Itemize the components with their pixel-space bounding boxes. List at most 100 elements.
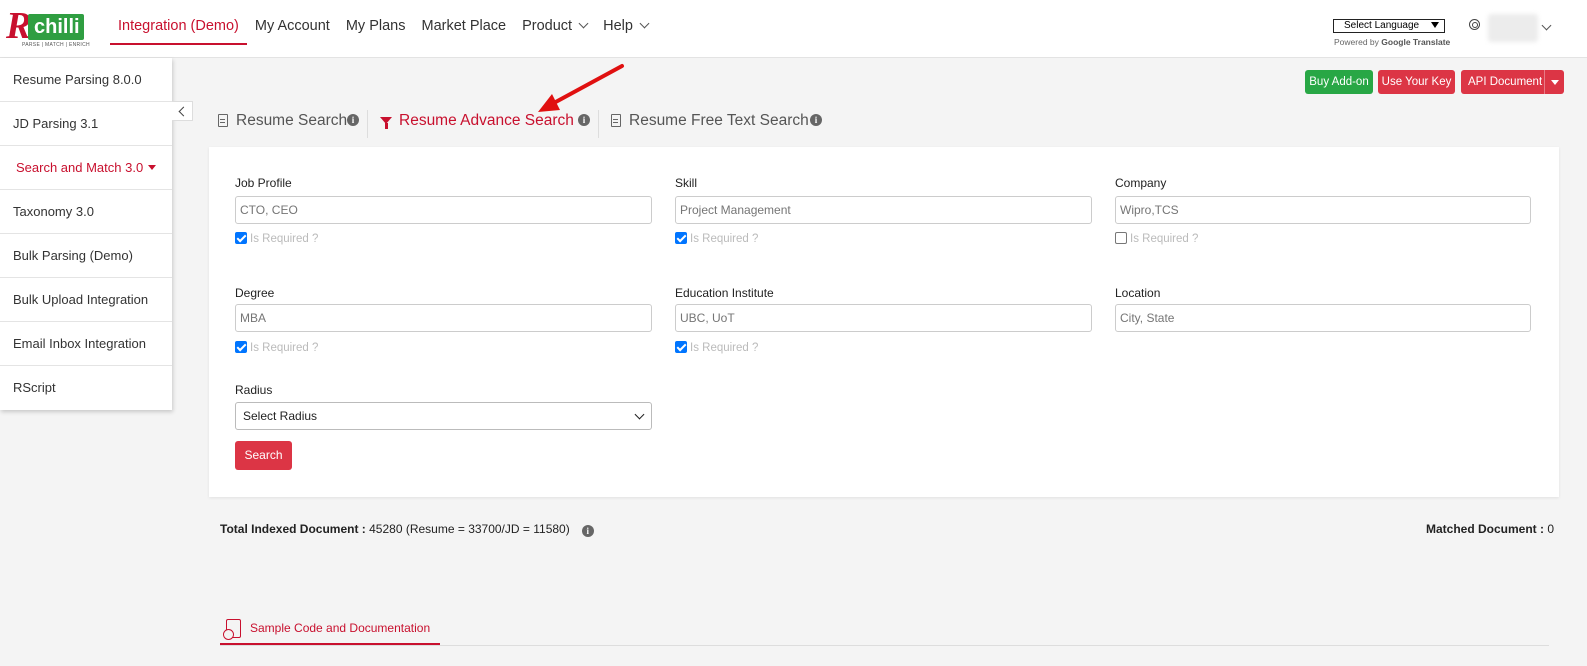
education-institute-required[interactable]: Is Required ? <box>675 341 758 355</box>
tab-resume-free-text-search[interactable]: Resume Free Text Search <box>611 106 809 138</box>
tab-divider <box>367 110 368 138</box>
matched-document: Matched Document : 0 <box>1426 522 1554 536</box>
job-profile-input[interactable] <box>235 196 652 224</box>
chevron-down-icon <box>578 18 589 29</box>
sidebar-item-taxonomy[interactable]: Taxonomy 3.0 <box>0 190 172 234</box>
tab-label: Resume Search <box>236 112 348 129</box>
radius-select[interactable]: Select Radius <box>235 402 652 430</box>
user-icon[interactable] <box>1469 19 1480 30</box>
nav-label: Integration (Demo) <box>118 18 239 34</box>
location-input[interactable] <box>1115 304 1531 332</box>
info-icon[interactable]: i <box>347 114 359 126</box>
sidebar-item-label: Bulk Upload Integration <box>13 292 149 307</box>
sidebar-item-label: Resume Parsing 8.0.0 <box>13 72 142 87</box>
info-icon[interactable]: i <box>581 525 594 537</box>
filter-icon <box>380 117 392 129</box>
advance-search-form: Job Profile Is Required ? Skill Is Requi… <box>209 147 1559 497</box>
degree-label: Degree <box>235 286 275 300</box>
caret-down-icon[interactable] <box>1544 70 1564 94</box>
sidebar-item-label: Bulk Parsing (Demo) <box>13 248 133 263</box>
search-button[interactable]: Search <box>235 441 292 470</box>
use-your-key-button[interactable]: Use Your Key <box>1378 70 1455 94</box>
sidebar-collapse-button[interactable] <box>172 101 193 121</box>
total-indexed-document: Total Indexed Document : 45280 (Resume =… <box>220 522 594 537</box>
tab-resume-search[interactable]: Resume Search <box>218 106 347 138</box>
company-label: Company <box>1115 176 1167 190</box>
education-institute-input[interactable] <box>675 304 1092 332</box>
divider <box>220 645 1549 646</box>
nav-label: My Plans <box>345 18 406 34</box>
job-profile-required[interactable]: Is Required ? <box>235 232 319 246</box>
checkbox-checked[interactable] <box>675 232 687 244</box>
sidebar-item-bulk-parsing[interactable]: Bulk Parsing (Demo) <box>0 234 172 278</box>
checkbox-checked[interactable] <box>675 341 687 353</box>
required-label: Is Required ? <box>250 342 319 355</box>
sidebar-item-rscript[interactable]: RScript <box>0 366 172 410</box>
api-document-label: API Document <box>1468 76 1543 88</box>
chevron-down-icon <box>639 18 650 29</box>
required-label: Is Required ? <box>1130 233 1199 246</box>
tab-label: Resume Free Text Search <box>629 112 809 129</box>
code-document-icon <box>223 619 241 640</box>
chevron-down-icon[interactable] <box>1541 20 1552 31</box>
sidebar-item-jd-parsing[interactable]: JD Parsing 3.1 <box>0 102 172 146</box>
info-icon[interactable]: i <box>810 114 822 126</box>
buy-addon-button[interactable]: Buy Add-on <box>1305 70 1373 94</box>
checkbox-checked[interactable] <box>235 232 247 244</box>
matched-label: Matched Document : <box>1426 522 1545 536</box>
main-nav: Integration (Demo) My Account My Plans M… <box>110 0 656 45</box>
logo-word: chilli <box>28 14 84 40</box>
degree-input[interactable] <box>235 304 652 332</box>
job-profile-label: Job Profile <box>235 176 292 190</box>
nav-label: Product <box>522 18 573 34</box>
nav-label: Help <box>603 18 633 34</box>
powered-prefix: Powered by <box>1334 37 1379 47</box>
api-document-button[interactable]: API Document <box>1461 70 1564 94</box>
annotation-arrow <box>538 64 624 112</box>
sidebar-item-bulk-upload[interactable]: Bulk Upload Integration <box>0 278 172 322</box>
nav-label: Market Place <box>421 18 507 34</box>
nav-label: My Account <box>254 18 330 34</box>
required-label: Is Required ? <box>690 233 759 246</box>
sidebar-item-label: Email Inbox Integration <box>13 336 146 351</box>
sidebar-item-resume-parsing[interactable]: Resume Parsing 8.0.0 <box>0 58 172 102</box>
skill-input[interactable] <box>675 196 1092 224</box>
nav-my-plans[interactable]: My Plans <box>338 0 414 44</box>
powered-by-google-translate: Powered by Google Translate <box>1334 37 1450 47</box>
nav-integration-demo[interactable]: Integration (Demo) <box>110 0 247 45</box>
radius-label: Radius <box>235 383 273 397</box>
rchilli-logo[interactable]: R chilli PARSE | MATCH | ENRICH <box>6 6 90 50</box>
tab-sample-code-documentation[interactable]: Sample Code and Documentation <box>220 617 440 645</box>
nav-help[interactable]: Help <box>595 0 656 44</box>
location-label: Location <box>1115 286 1161 300</box>
skill-required[interactable]: Is Required ? <box>675 232 759 246</box>
nav-my-account[interactable]: My Account <box>247 0 338 44</box>
sample-code-label: Sample Code and Documentation <box>250 621 431 635</box>
nav-market-place[interactable]: Market Place <box>413 0 514 44</box>
checkbox-checked[interactable] <box>235 341 247 353</box>
checkbox-unchecked[interactable] <box>1115 232 1127 244</box>
total-indexed-value: 45280 (Resume = 33700/JD = 11580) <box>365 522 570 536</box>
sidebar-item-email-inbox[interactable]: Email Inbox Integration <box>0 322 172 366</box>
sidebar-item-search-and-match[interactable]: Search and Match 3.0 <box>0 146 172 190</box>
logo-tagline: PARSE | MATCH | ENRICH <box>22 42 90 48</box>
top-navbar: R chilli PARSE | MATCH | ENRICH Integrat… <box>0 0 1587 58</box>
degree-required[interactable]: Is Required ? <box>235 341 319 355</box>
nav-product[interactable]: Product <box>514 0 595 44</box>
document-icon <box>218 114 228 127</box>
sidebar-item-label: RScript <box>13 380 56 395</box>
company-input[interactable] <box>1115 196 1531 224</box>
sidebar-item-label: Search and Match 3.0 <box>16 160 144 175</box>
company-required[interactable]: Is Required ? <box>1115 232 1199 246</box>
sidebar-item-label: Taxonomy 3.0 <box>13 204 94 219</box>
translate-word: Translate <box>1412 37 1451 47</box>
required-label: Is Required ? <box>250 233 319 246</box>
language-select[interactable]: Select Language <box>1333 19 1445 33</box>
matched-value: 0 <box>1544 522 1555 536</box>
google-wordmark: Google <box>1381 37 1411 47</box>
skill-label: Skill <box>675 176 698 190</box>
education-institute-label: Education Institute <box>675 286 774 300</box>
total-indexed-label: Total Indexed Document : <box>220 522 366 536</box>
sidebar-item-label: JD Parsing 3.1 <box>13 116 99 131</box>
user-name-blurred[interactable] <box>1488 14 1538 42</box>
